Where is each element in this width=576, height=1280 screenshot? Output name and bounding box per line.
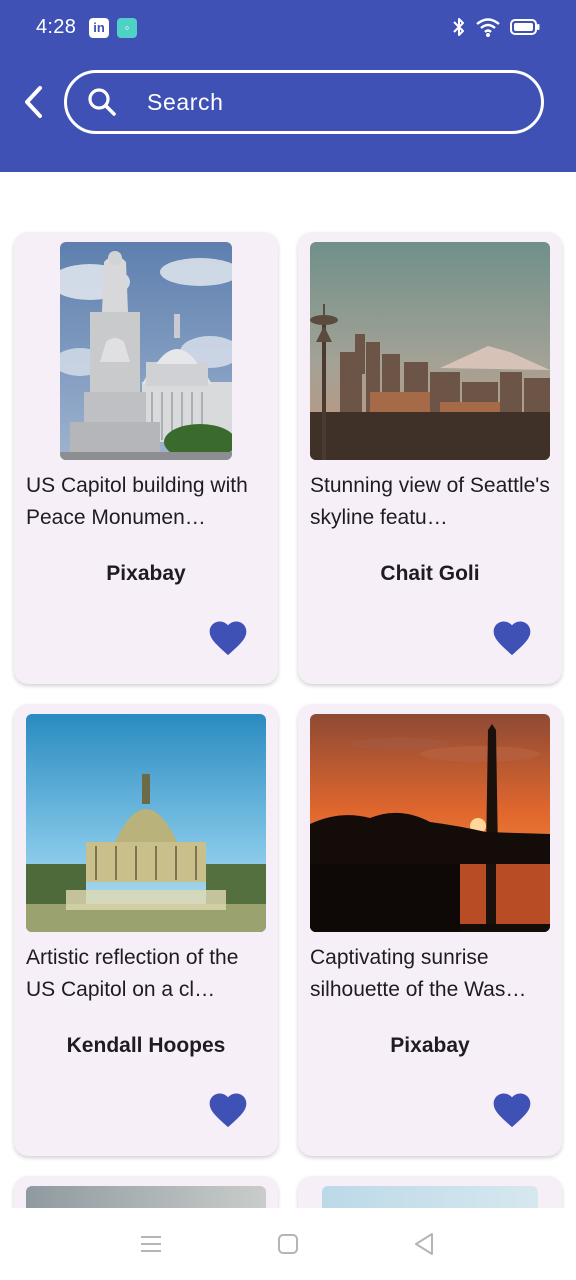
favorite-button[interactable] xyxy=(206,616,250,660)
back-triangle-icon xyxy=(415,1233,433,1255)
card-author: Kendall Hoopes xyxy=(66,1034,226,1057)
heart-icon xyxy=(209,1093,247,1128)
card-author: Pixabay xyxy=(390,1034,470,1057)
card-description: US Capitol building with Peace Monumen… xyxy=(26,474,248,529)
image-card[interactable]: Stunning view of Seattle's skyline featu… xyxy=(298,232,562,684)
battery-icon xyxy=(510,19,540,35)
heart-icon xyxy=(209,621,247,656)
linkedin-notification-icon: in xyxy=(89,18,109,38)
favorite-button[interactable] xyxy=(490,616,534,660)
search-input[interactable] xyxy=(147,73,527,131)
chevron-left-icon xyxy=(25,86,42,118)
search-bar[interactable] xyxy=(64,70,544,134)
wifi-icon xyxy=(476,18,500,37)
card-image-washington-monument-sunrise[interactable] xyxy=(310,714,550,932)
image-card[interactable]: Captivating sunrise silhouette of the Wa… xyxy=(298,704,562,1156)
card-description: Captivating sunrise silhouette of the Wa… xyxy=(310,946,527,1001)
message-notification-icon: ◦ xyxy=(117,18,137,38)
card-author: Pixabay xyxy=(106,562,186,585)
card-description: Artistic reflection of the US Capitol on… xyxy=(26,946,239,1001)
app-bar: 4:28 in ◦ xyxy=(0,0,576,172)
card-image-partial[interactable] xyxy=(26,1186,266,1208)
search-icon xyxy=(88,88,116,116)
status-time: 4:28 xyxy=(36,16,77,38)
image-grid[interactable]: US Capitol building with Peace Monumen… … xyxy=(0,172,566,1208)
image-card[interactable]: US Capitol building with Peace Monumen… … xyxy=(14,232,278,684)
image-card[interactable]: Artistic reflection of the US Capitol on… xyxy=(14,704,278,1156)
favorite-button[interactable] xyxy=(490,1088,534,1132)
card-author: Chait Goli xyxy=(380,562,480,585)
status-icons xyxy=(452,16,540,38)
recent-apps-button[interactable] xyxy=(137,1230,165,1258)
card-image-capitol-reflection[interactable] xyxy=(26,714,266,932)
card-image-seattle-skyline[interactable] xyxy=(310,242,550,460)
image-card-partial[interactable] xyxy=(14,1176,278,1208)
back-button[interactable] xyxy=(14,82,54,122)
favorite-button[interactable] xyxy=(206,1088,250,1132)
screen: 4:28 in ◦ Search US Capitol building wit… xyxy=(0,0,576,1280)
system-navigation-bar xyxy=(0,1208,576,1280)
menu-icon xyxy=(141,1236,161,1252)
home-square-icon xyxy=(278,1234,298,1254)
card-image-partial[interactable] xyxy=(322,1186,538,1208)
home-button[interactable] xyxy=(274,1230,302,1258)
bluetooth-icon xyxy=(453,18,464,36)
system-back-button[interactable] xyxy=(410,1230,438,1258)
heart-icon xyxy=(493,621,531,656)
image-card-partial[interactable] xyxy=(298,1176,562,1208)
card-description: Stunning view of Seattle's skyline featu… xyxy=(310,474,550,529)
card-image-capitol-peace-monument[interactable] xyxy=(60,242,232,460)
heart-icon xyxy=(493,1093,531,1128)
